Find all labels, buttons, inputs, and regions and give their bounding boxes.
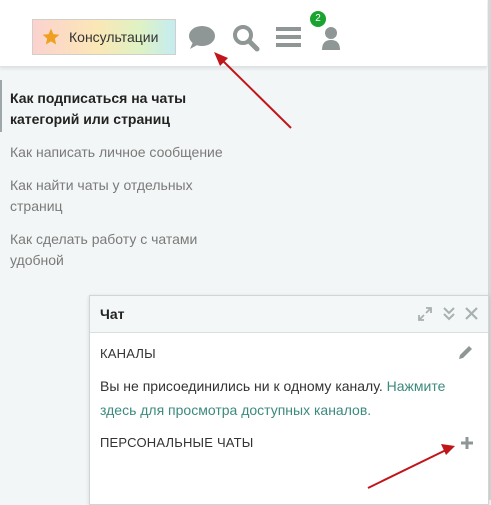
edit-pencil-icon[interactable]	[458, 344, 474, 360]
collapse-icon[interactable]	[442, 306, 456, 322]
search-icon[interactable]	[232, 24, 260, 52]
plus-icon[interactable]	[460, 436, 474, 450]
personal-chats-heading: ПЕРСОНАЛЬНЫЕ ЧАТЫ	[100, 435, 254, 450]
consultations-label: Консультации	[69, 29, 159, 45]
sidebar-item-chat-comfort[interactable]: Как сделать работу с чатами удобной	[10, 229, 235, 271]
top-header: Консультации 2	[0, 0, 487, 67]
no-channels-message: Вы не присоединились ни к одному каналу.…	[100, 374, 475, 422]
channels-heading: КАНАЛЫ	[100, 346, 156, 361]
expand-icon[interactable]	[418, 307, 432, 321]
close-icon[interactable]	[465, 307, 478, 320]
consultations-button[interactable]: Консультации	[32, 19, 176, 55]
sidebar-item-personal-message[interactable]: Как написать личное сообщение	[10, 142, 235, 163]
chat-panel: Чат КАНАЛЫ Вы не присоединились ни к одн…	[89, 295, 489, 505]
no-channels-text: Вы не присоединились ни к одному каналу.	[100, 378, 383, 394]
active-indicator	[0, 80, 2, 132]
sidebar-item-find-chats[interactable]: Как найти чаты у отдельных страниц	[10, 175, 235, 217]
chat-title: Чат	[100, 306, 125, 322]
hamburger-menu-icon[interactable]	[276, 27, 301, 48]
user-icon[interactable]	[321, 26, 341, 50]
chat-panel-header: Чат	[90, 296, 488, 333]
sidebar-item-subscribe[interactable]: Как подписаться на чаты категорий или ст…	[10, 88, 235, 130]
star-icon	[42, 28, 60, 45]
chat-bubble-icon[interactable]	[187, 24, 217, 50]
notification-badge[interactable]: 2	[310, 11, 326, 27]
